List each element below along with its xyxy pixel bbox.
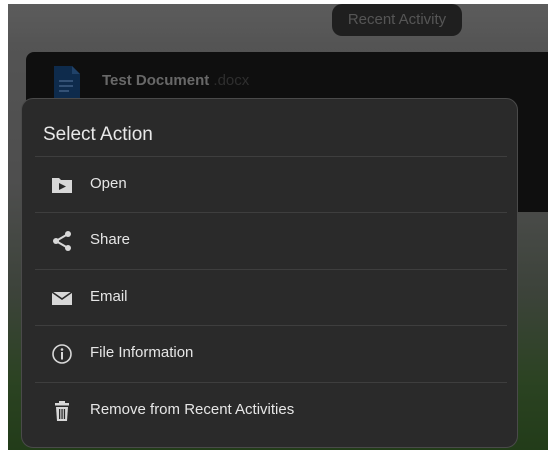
action-open[interactable]: Open: [35, 156, 507, 212]
action-label: Share: [90, 231, 131, 248]
open-folder-icon: [52, 178, 72, 193]
share-icon: [53, 231, 71, 251]
action-label: Remove from Recent Activities: [90, 401, 295, 418]
action-email[interactable]: Email: [35, 269, 507, 325]
action-share[interactable]: Share: [35, 212, 507, 268]
action-label: File Information: [90, 344, 194, 361]
select-action-dialog: Select Action Open Share Email File Info…: [21, 98, 518, 448]
action-label: Open: [90, 175, 127, 192]
action-remove-from-recent[interactable]: Remove from Recent Activities: [35, 382, 507, 438]
dialog-title: Select Action: [43, 124, 153, 145]
trash-icon: [55, 401, 69, 421]
email-icon: [51, 291, 73, 305]
action-label: Email: [90, 288, 128, 305]
info-icon: [52, 344, 72, 364]
action-file-information[interactable]: File Information: [35, 325, 507, 381]
